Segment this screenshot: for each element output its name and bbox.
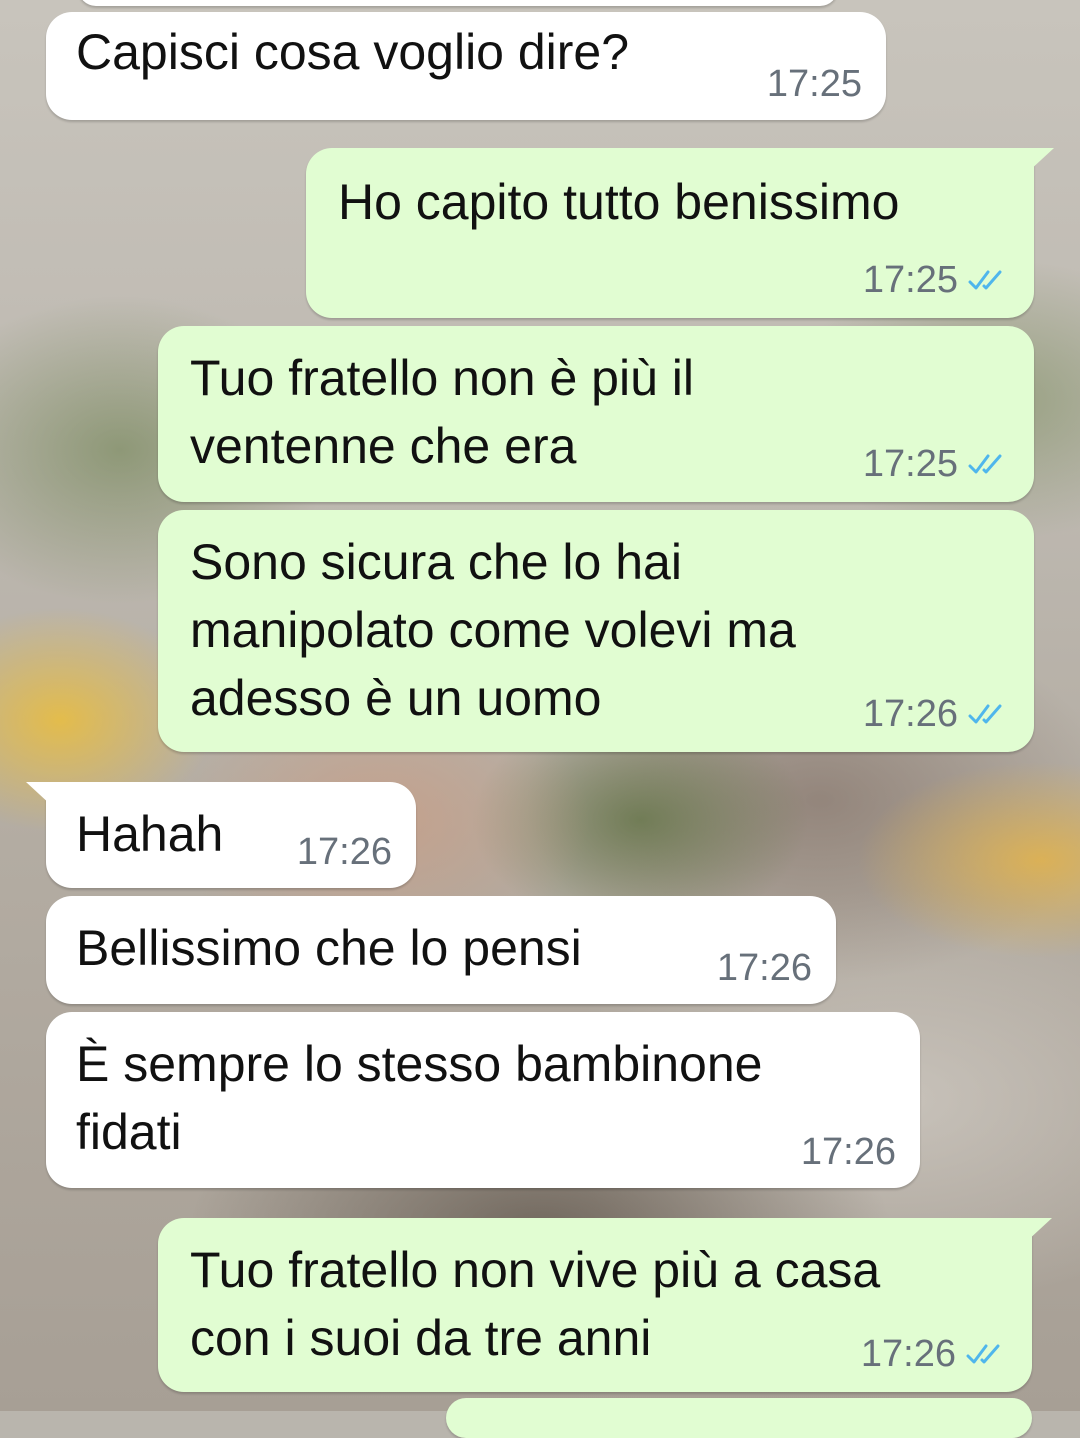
message-meta: 17:25 — [767, 62, 862, 106]
message-time: 17:25 — [862, 259, 958, 301]
bubble-tail — [1028, 148, 1054, 172]
message-bubble-partial — [446, 1398, 1032, 1438]
message-bubble-outgoing[interactable]: Ho capito tutto benissimo 17:25 — [306, 148, 1054, 318]
bubble-tail — [26, 782, 52, 806]
message-meta: 17:26 — [863, 692, 1008, 736]
message-text: Tuo fratello non è più il ventenne che e… — [190, 350, 695, 474]
message-time: 17:25 — [862, 443, 958, 485]
message-time: 17:26 — [296, 831, 392, 873]
message-meta: 17:26 — [861, 1332, 1006, 1376]
message-bubble-incoming[interactable]: Bellissimo che lo pensi 17:26 — [46, 896, 836, 1004]
message-text: Bellissimo che lo pensi — [76, 920, 582, 976]
message-meta: 17:26 — [297, 830, 392, 874]
read-double-check-icon — [968, 704, 1002, 724]
message-text: Tuo fratello non vive più a casa con i s… — [190, 1242, 881, 1366]
message-text: Sono sicura che lo hai manipolato come v… — [190, 534, 796, 726]
message-text: Hahah — [76, 806, 224, 862]
message-text: Ho capito tutto benissimo — [338, 174, 900, 230]
read-double-check-icon — [968, 454, 1002, 474]
bubble-tail — [1026, 1218, 1052, 1242]
message-meta: 17:25 — [863, 258, 1008, 302]
message-bubble-outgoing[interactable]: Sono sicura che lo hai manipolato come v… — [158, 510, 1034, 752]
message-list[interactable]: Capisci cosa voglio dire? 17:25 Ho capit… — [0, 0, 1080, 1438]
message-bubble-partial — [78, 0, 838, 6]
message-meta: 17:26 — [717, 946, 812, 990]
message-text: Capisci cosa voglio dire? — [76, 24, 630, 80]
message-time: 17:26 — [860, 1333, 956, 1375]
message-bubble-incoming[interactable]: È sempre lo stesso bambinone fidati 17:2… — [46, 1012, 920, 1188]
message-meta: 17:26 — [801, 1130, 896, 1174]
message-bubble-outgoing[interactable]: Tuo fratello non è più il ventenne che e… — [158, 326, 1034, 502]
message-bubble-incoming[interactable]: Capisci cosa voglio dire? 17:25 — [46, 12, 886, 120]
message-time: 17:26 — [800, 1131, 896, 1173]
read-double-check-icon — [968, 270, 1002, 290]
message-time: 17:26 — [862, 693, 958, 735]
read-double-check-icon — [966, 1344, 1000, 1364]
message-bubble-outgoing[interactable]: Tuo fratello non vive più a casa con i s… — [158, 1218, 1052, 1392]
message-text: È sempre lo stesso bambinone fidati — [76, 1036, 763, 1160]
message-meta: 17:25 — [863, 442, 1008, 486]
message-time: 17:25 — [766, 63, 862, 105]
message-time: 17:26 — [716, 947, 812, 989]
message-bubble-incoming[interactable]: Hahah 17:26 — [26, 782, 416, 888]
